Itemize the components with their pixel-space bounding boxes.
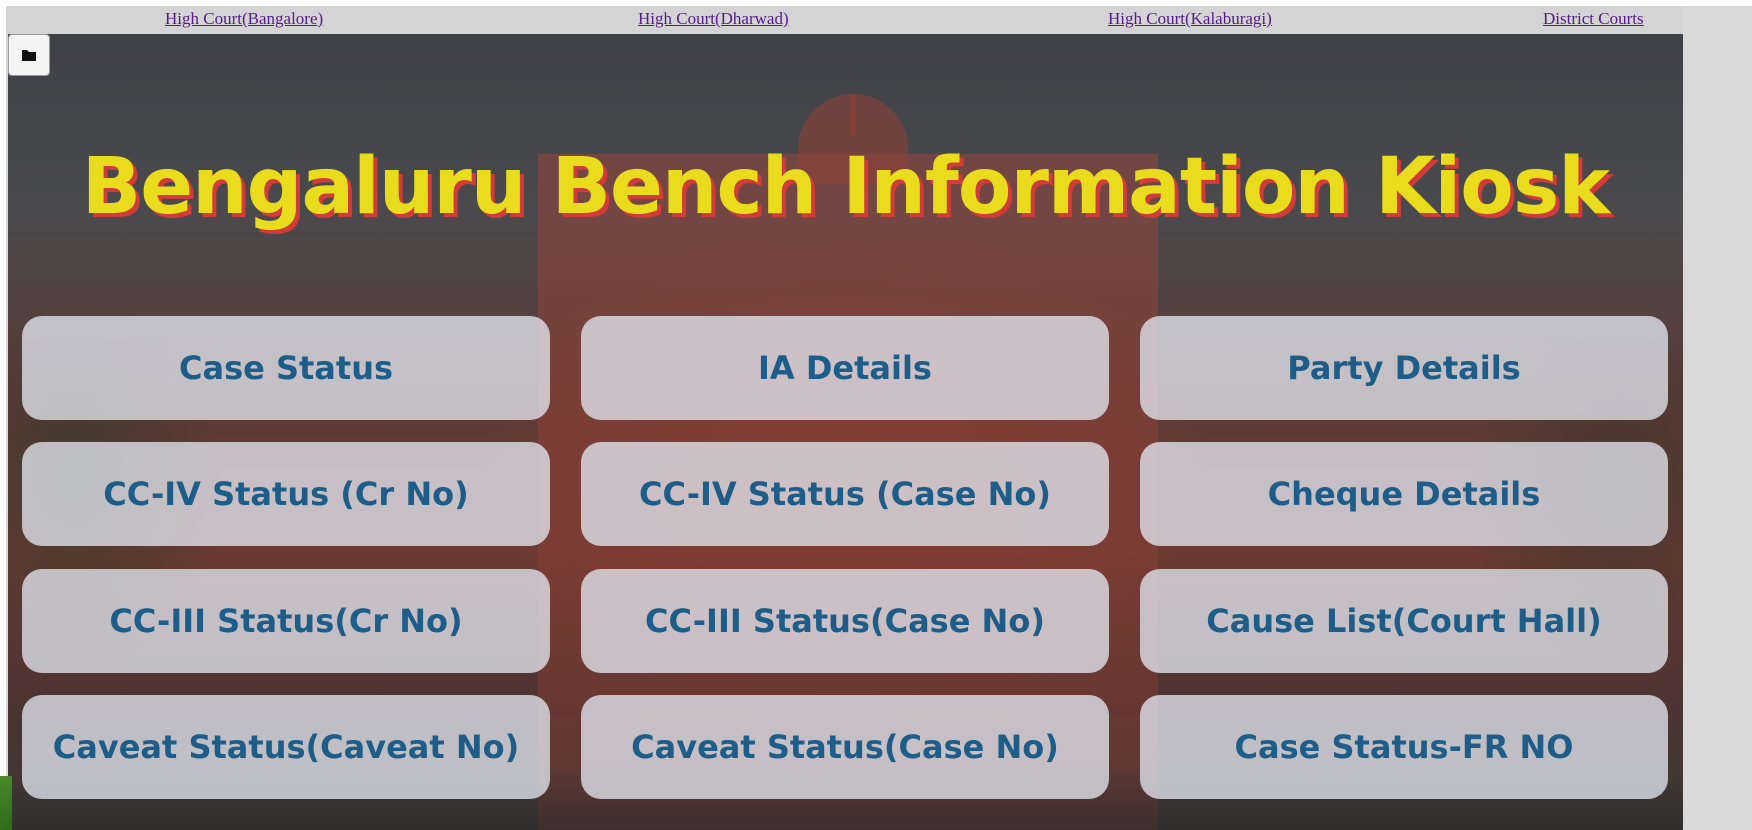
cc-iv-status-cr-no-button[interactable]: CC-IV Status (Cr No) bbox=[22, 442, 550, 546]
court-links-bar: High Court(Bangalore) High Court(Dharwad… bbox=[6, 6, 1683, 34]
cc-iii-status-case-no-button[interactable]: CC-III Status(Case No) bbox=[581, 569, 1109, 673]
link-high-court-bangalore[interactable]: High Court(Bangalore) bbox=[165, 9, 323, 29]
background-spire bbox=[850, 96, 856, 136]
ia-details-button[interactable]: IA Details bbox=[581, 316, 1109, 420]
case-status-button[interactable]: Case Status bbox=[22, 316, 550, 420]
kiosk-title: Bengaluru Bench Information Kiosk bbox=[81, 142, 1610, 232]
cc-iii-status-cr-no-button[interactable]: CC-III Status(Cr No) bbox=[22, 569, 550, 673]
folder-button[interactable] bbox=[8, 34, 50, 76]
cause-list-court-hall-button[interactable]: Cause List(Court Hall) bbox=[1140, 569, 1668, 673]
party-details-button[interactable]: Party Details bbox=[1140, 316, 1668, 420]
link-high-court-dharwad[interactable]: High Court(Dharwad) bbox=[638, 9, 789, 29]
case-status-fr-no-button[interactable]: Case Status-FR NO bbox=[1140, 695, 1668, 799]
cheque-details-button[interactable]: Cheque Details bbox=[1140, 442, 1668, 546]
cc-iv-status-case-no-button[interactable]: CC-IV Status (Case No) bbox=[581, 442, 1109, 546]
caveat-status-case-no-button[interactable]: Caveat Status(Case No) bbox=[581, 695, 1109, 799]
link-high-court-kalaburagi[interactable]: High Court(Kalaburagi) bbox=[1108, 9, 1272, 29]
grass-decoration bbox=[0, 776, 12, 830]
link-district-courts[interactable]: District Courts bbox=[1543, 9, 1644, 29]
kiosk-panel: Bengaluru Bench Information Kiosk Case S… bbox=[8, 34, 1683, 830]
folder-icon bbox=[22, 50, 36, 61]
caveat-status-caveat-no-button[interactable]: Caveat Status(Caveat No) bbox=[22, 695, 550, 799]
